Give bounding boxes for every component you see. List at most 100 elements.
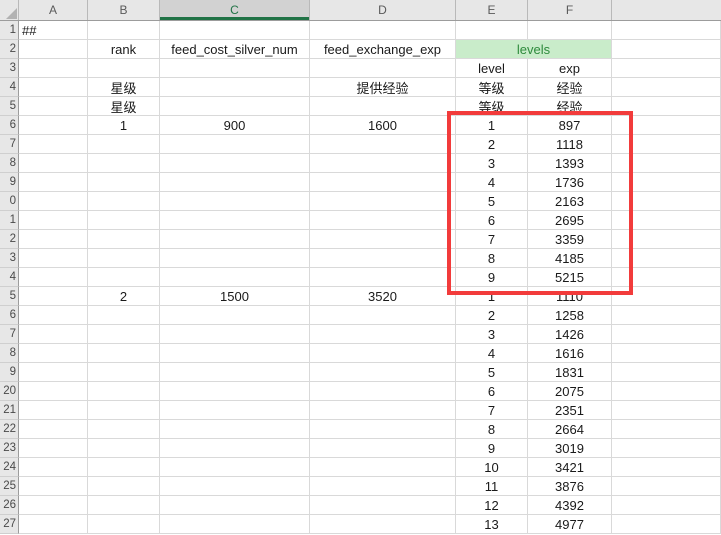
- cell-C15[interactable]: 1500: [160, 287, 310, 306]
- cell-B12[interactable]: [88, 230, 160, 249]
- cell-A5[interactable]: [19, 97, 88, 116]
- cell-B16[interactable]: [88, 306, 160, 325]
- cell-D14[interactable]: [310, 268, 456, 287]
- cell-F6[interactable]: 897: [528, 116, 612, 135]
- cell-E20[interactable]: 6: [456, 382, 528, 401]
- cell-E15[interactable]: 1: [456, 287, 528, 306]
- cell-F7[interactable]: 1118: [528, 135, 612, 154]
- cell-F1[interactable]: [528, 21, 612, 40]
- cell-levels-merged[interactable]: levels: [456, 40, 612, 59]
- row-header-23[interactable]: 23: [0, 439, 19, 458]
- row-header-5[interactable]: 5: [0, 97, 19, 116]
- row-header-6[interactable]: 6: [0, 116, 19, 135]
- cell-A13[interactable]: [19, 249, 88, 268]
- cell-A4[interactable]: [19, 78, 88, 97]
- cell-B7[interactable]: [88, 135, 160, 154]
- cell-E19[interactable]: 5: [456, 363, 528, 382]
- cell-D6[interactable]: 1600: [310, 116, 456, 135]
- cell-D20[interactable]: [310, 382, 456, 401]
- column-header-b[interactable]: B: [88, 0, 160, 20]
- cell-F18[interactable]: 1616: [528, 344, 612, 363]
- row-header-26[interactable]: 26: [0, 496, 19, 515]
- cell-G4[interactable]: [612, 78, 721, 97]
- cell-D24[interactable]: [310, 458, 456, 477]
- row-header-14[interactable]: 4: [0, 268, 19, 287]
- row-header-25[interactable]: 25: [0, 477, 19, 496]
- cell-D2[interactable]: feed_exchange_exp: [310, 40, 456, 59]
- cell-E6[interactable]: 1: [456, 116, 528, 135]
- cell-D11[interactable]: [310, 211, 456, 230]
- column-header-d[interactable]: D: [310, 0, 456, 20]
- cell-A15[interactable]: [19, 287, 88, 306]
- cell-C2[interactable]: feed_cost_silver_num: [160, 40, 310, 59]
- cell-D23[interactable]: [310, 439, 456, 458]
- cell-C24[interactable]: [160, 458, 310, 477]
- cell-B27[interactable]: [88, 515, 160, 534]
- column-header-a[interactable]: A: [19, 0, 88, 20]
- cell-E8[interactable]: 3: [456, 154, 528, 173]
- cell-D21[interactable]: [310, 401, 456, 420]
- cell-C20[interactable]: [160, 382, 310, 401]
- cell-E11[interactable]: 6: [456, 211, 528, 230]
- cell-E13[interactable]: 8: [456, 249, 528, 268]
- cell-B19[interactable]: [88, 363, 160, 382]
- cell-E24[interactable]: 10: [456, 458, 528, 477]
- cell-D3[interactable]: [310, 59, 456, 78]
- row-header-1[interactable]: 1: [0, 21, 19, 40]
- cell-C17[interactable]: [160, 325, 310, 344]
- cell-B17[interactable]: [88, 325, 160, 344]
- cell-G22[interactable]: [612, 420, 721, 439]
- cell-A27[interactable]: [19, 515, 88, 534]
- cell-G10[interactable]: [612, 192, 721, 211]
- cell-E22[interactable]: 8: [456, 420, 528, 439]
- cell-A20[interactable]: [19, 382, 88, 401]
- cell-C12[interactable]: [160, 230, 310, 249]
- cell-C10[interactable]: [160, 192, 310, 211]
- cell-G23[interactable]: [612, 439, 721, 458]
- cell-F23[interactable]: 3019: [528, 439, 612, 458]
- cell-E16[interactable]: 2: [456, 306, 528, 325]
- cell-A23[interactable]: [19, 439, 88, 458]
- cell-E1[interactable]: [456, 21, 528, 40]
- cell-C25[interactable]: [160, 477, 310, 496]
- cell-C18[interactable]: [160, 344, 310, 363]
- row-header-24[interactable]: 24: [0, 458, 19, 477]
- cell-A10[interactable]: [19, 192, 88, 211]
- cell-A1[interactable]: ##: [19, 21, 88, 40]
- cell-F25[interactable]: 3876: [528, 477, 612, 496]
- cell-B13[interactable]: [88, 249, 160, 268]
- cell-D18[interactable]: [310, 344, 456, 363]
- cell-C19[interactable]: [160, 363, 310, 382]
- cell-B15[interactable]: 2: [88, 287, 160, 306]
- cell-G16[interactable]: [612, 306, 721, 325]
- cell-C5[interactable]: [160, 97, 310, 116]
- cell-D22[interactable]: [310, 420, 456, 439]
- row-header-10[interactable]: 0: [0, 192, 19, 211]
- row-header-15[interactable]: 5: [0, 287, 19, 306]
- cell-B22[interactable]: [88, 420, 160, 439]
- cell-A18[interactable]: [19, 344, 88, 363]
- cell-B1[interactable]: [88, 21, 160, 40]
- cell-C27[interactable]: [160, 515, 310, 534]
- cell-E10[interactable]: 5: [456, 192, 528, 211]
- cell-F27[interactable]: 4977: [528, 515, 612, 534]
- cell-A17[interactable]: [19, 325, 88, 344]
- column-header-e[interactable]: E: [456, 0, 528, 20]
- cell-C14[interactable]: [160, 268, 310, 287]
- row-header-16[interactable]: 6: [0, 306, 19, 325]
- cell-D4[interactable]: 提供经验: [310, 78, 456, 97]
- cell-B10[interactable]: [88, 192, 160, 211]
- cell-A8[interactable]: [19, 154, 88, 173]
- cell-G24[interactable]: [612, 458, 721, 477]
- cell-A25[interactable]: [19, 477, 88, 496]
- row-header-18[interactable]: 8: [0, 344, 19, 363]
- cell-D8[interactable]: [310, 154, 456, 173]
- cell-G11[interactable]: [612, 211, 721, 230]
- cell-F21[interactable]: 2351: [528, 401, 612, 420]
- cell-E25[interactable]: 11: [456, 477, 528, 496]
- cell-C9[interactable]: [160, 173, 310, 192]
- column-header-g[interactable]: [612, 0, 721, 20]
- cell-E27[interactable]: 13: [456, 515, 528, 534]
- cell-D19[interactable]: [310, 363, 456, 382]
- cell-B21[interactable]: [88, 401, 160, 420]
